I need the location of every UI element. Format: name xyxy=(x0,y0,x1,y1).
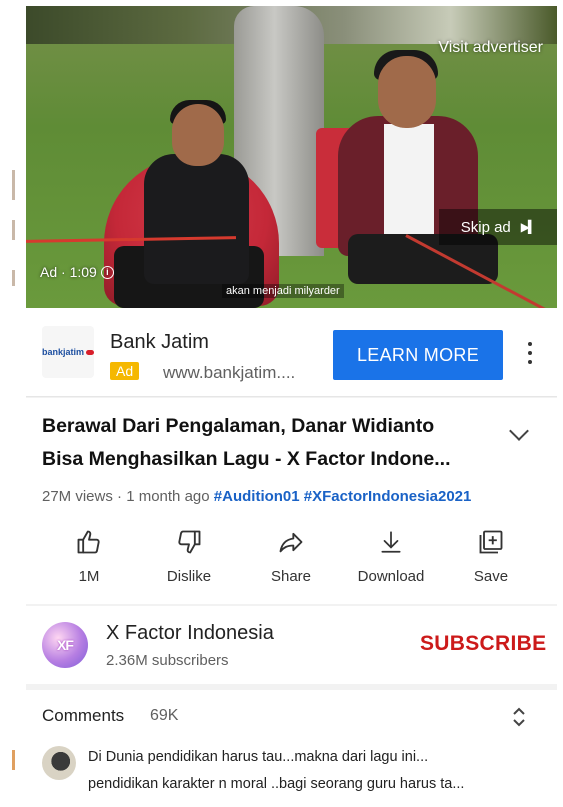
video-title-line-2: Bisa Menghasilkan Lagu - X Factor Indone… xyxy=(42,448,451,470)
dislike-button[interactable]: Dislike xyxy=(144,526,234,585)
left-edge xyxy=(0,0,26,807)
commenter-avatar[interactable] xyxy=(42,746,76,780)
upload-age: 1 month ago xyxy=(126,488,210,505)
like-button[interactable]: 1M xyxy=(44,526,134,585)
channel-avatar[interactable]: XF xyxy=(42,622,88,668)
skip-ad-label: Skip ad xyxy=(460,218,511,236)
skip-next-icon: ▶▍ xyxy=(520,220,538,234)
download-label: Download xyxy=(357,568,425,585)
more-options-icon[interactable] xyxy=(526,342,534,364)
add-to-playlist-icon xyxy=(479,530,503,554)
video-title-line-1: Berawal Dari Pengalaman, Danar Widianto xyxy=(42,415,435,437)
comments-count: 69K xyxy=(150,707,179,724)
share-label: Share xyxy=(270,568,312,585)
thumbs-down-icon xyxy=(178,530,201,554)
advertiser-url[interactable]: www.bankjatim.... xyxy=(163,363,295,383)
action-bar: 1M Dislike Share Download Save xyxy=(26,526,557,596)
ad-timer: Ad · 1:09 i xyxy=(40,264,114,280)
comments-heading: Comments xyxy=(42,706,125,725)
top-comment-line-2: pendidikan karakter n moral ..bagi seora… xyxy=(88,776,465,792)
like-count: 1M xyxy=(78,568,100,585)
dislike-label: Dislike xyxy=(166,568,212,585)
save-button[interactable]: Save xyxy=(446,526,536,585)
ad-companion-bar[interactable]: bankjatim Bank Jatim Ad www.bankjatim...… xyxy=(26,308,557,397)
save-label: Save xyxy=(473,568,509,585)
top-comment[interactable]: Di Dunia pendidikan harus tau...makna da… xyxy=(88,744,554,798)
channel-name[interactable]: X Factor Indonesia xyxy=(106,622,274,645)
subscribe-button[interactable]: SUBSCRIBE xyxy=(420,632,546,656)
thumbs-up-icon xyxy=(77,530,100,554)
ad-badge: Ad xyxy=(110,362,140,380)
hashtag-link[interactable]: #XFactorIndonesia2021 xyxy=(304,488,472,505)
info-icon[interactable]: i xyxy=(100,265,114,279)
video-meta: 27M views · 1 month ago #Audition01 #XFa… xyxy=(42,488,472,505)
share-icon xyxy=(279,532,303,553)
skip-ad-button[interactable]: Skip ad ▶▍ xyxy=(439,209,557,245)
ad-time-label: Ad · 1:09 xyxy=(40,264,97,280)
advertiser-name[interactable]: Bank Jatim xyxy=(110,331,209,354)
comments-section[interactable]: Comments 69K Di Dunia pendidikan harus t… xyxy=(26,690,557,807)
download-button[interactable]: Download xyxy=(346,526,436,585)
view-count: 27M views xyxy=(42,488,113,505)
hashtag-link[interactable]: #Audition01 xyxy=(214,488,300,505)
channel-row[interactable]: XF X Factor Indonesia 2.36M subscribers … xyxy=(26,606,557,684)
download-icon xyxy=(381,531,401,553)
visit-advertiser-link[interactable]: Visit advertiser xyxy=(438,39,543,57)
video-title[interactable]: Berawal Dari Pengalaman, Danar Widianto … xyxy=(42,410,502,476)
share-button[interactable]: Share xyxy=(246,526,336,585)
video-info: Berawal Dari Pengalaman, Danar Widianto … xyxy=(26,398,557,604)
video-caption: akan menjadi milyarder xyxy=(222,284,344,298)
expand-collapse-icon[interactable] xyxy=(512,706,526,728)
channel-avatar-text: XF xyxy=(57,637,74,653)
top-comment-line-1: Di Dunia pendidikan harus tau...makna da… xyxy=(88,749,429,765)
advertiser-logo-text: bankjatim xyxy=(42,347,85,357)
expand-description-icon[interactable] xyxy=(509,421,529,441)
learn-more-button[interactable]: LEARN MORE xyxy=(333,330,503,380)
youtube-watch-page: Visit advertiser Skip ad ▶▍ Ad · 1:09 i … xyxy=(26,6,557,807)
advertiser-logo: bankjatim xyxy=(42,326,94,378)
video-player[interactable]: Visit advertiser Skip ad ▶▍ Ad · 1:09 i … xyxy=(26,6,557,308)
subscriber-count: 2.36M subscribers xyxy=(106,652,229,669)
